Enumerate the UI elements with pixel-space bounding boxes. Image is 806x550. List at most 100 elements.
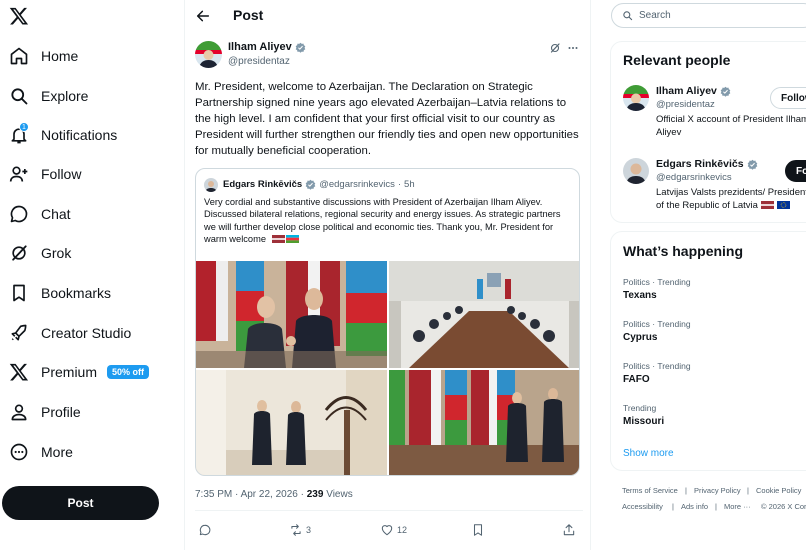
trend-item[interactable]: Missouri [623, 416, 664, 427]
reply-button[interactable] [198, 523, 215, 537]
footer-copyright: © 2026 X Corp. [761, 502, 806, 511]
quote-image-meeting[interactable] [389, 261, 579, 368]
like-count: 12 [397, 525, 408, 535]
footer-separator: | [685, 486, 687, 495]
nav-chat-label: Chat [41, 206, 71, 222]
more-options-icon[interactable] [567, 42, 579, 54]
person-name[interactable]: Ilham Aliyev [656, 85, 717, 97]
nav-notifications[interactable]: 1 Notifications [9, 122, 117, 148]
footer-ads-link[interactable]: Ads info [681, 502, 708, 511]
trend-item[interactable]: Cyprus [623, 332, 657, 343]
footer-privacy-link[interactable]: Privacy Policy [694, 486, 741, 495]
footer-more-link[interactable]: More ··· [724, 502, 751, 511]
repost-button[interactable]: 3 [289, 523, 311, 537]
heart-icon [381, 525, 393, 536]
quote-image-walking[interactable] [196, 370, 387, 475]
search-input[interactable]: Search [611, 3, 806, 28]
quote-image-handshake[interactable] [196, 261, 387, 368]
footer-separator: | [672, 502, 674, 511]
follow-button[interactable]: Follow [770, 87, 806, 109]
quote-text: Very cordial and substantive discussions… [204, 196, 574, 245]
x-icon [9, 363, 29, 381]
x-logo-icon[interactable] [9, 6, 29, 26]
nav-premium[interactable]: Premium 50% off [9, 359, 150, 385]
nav-explore-label: Explore [41, 88, 89, 104]
grok-explain-icon[interactable] [549, 42, 561, 54]
footer-accessibility-link[interactable]: Accessibility [622, 502, 663, 511]
footer-separator: | [715, 502, 717, 511]
quote-image-flags[interactable] [389, 370, 579, 475]
nav-follow[interactable]: Follow [9, 161, 81, 187]
follow-button[interactable]: Follow [785, 160, 806, 182]
nav-premium-label: Premium [41, 364, 98, 380]
bookmark-button[interactable] [471, 523, 485, 537]
like-button[interactable]: 12 [380, 523, 407, 537]
trend-category: Politics · Trending [623, 277, 691, 287]
footer-terms-link[interactable]: Terms of Service [622, 486, 678, 495]
nav-grok[interactable]: Grok [9, 240, 71, 266]
verified-badge-icon [747, 159, 757, 170]
nav-creator-studio[interactable]: Creator Studio [9, 320, 131, 346]
post-timestamp[interactable]: 7:35 PM · Apr 22, 2026 · [195, 489, 307, 500]
repost-icon [291, 524, 301, 536]
nav-home[interactable]: Home [9, 43, 78, 69]
person-plus-icon [9, 166, 28, 182]
quote-author-name: Edgars Rinkēvičs [223, 179, 303, 190]
home-icon [10, 47, 28, 65]
chat-icon [10, 205, 28, 223]
bell-icon-wrap: 1 [9, 122, 29, 145]
verified-badge-icon [720, 86, 731, 97]
back-arrow-icon[interactable] [195, 8, 211, 24]
nav-notifications-label: Notifications [41, 127, 118, 143]
author-avatar[interactable] [195, 41, 222, 68]
nav-bookmarks[interactable]: Bookmarks [9, 280, 111, 306]
person-bio: Official X account of President Ilham Al… [656, 114, 806, 138]
quote-author-handle: @edgarsrinkevics [319, 179, 395, 190]
person-handle: @edgarsrinkevics [656, 172, 732, 183]
post-button[interactable]: Post [2, 486, 159, 520]
nav-more[interactable]: More [9, 439, 73, 465]
author-name-row[interactable]: Ilham Aliyev [228, 41, 306, 53]
trend-category: Politics · Trending [623, 361, 691, 371]
more-circle-icon [10, 443, 28, 461]
trend-category: Politics · Trending [623, 319, 691, 329]
latvia-flag-icon [271, 235, 285, 244]
bookmark-icon [473, 524, 483, 536]
divider [195, 510, 583, 511]
author-name[interactable]: Ilham Aliyev [228, 41, 292, 53]
quote-author-avatar [204, 178, 218, 192]
bookmark-icon [13, 284, 25, 302]
person-name[interactable]: Edgars Rinkēvičs [656, 158, 744, 170]
person-avatar[interactable] [623, 158, 649, 184]
latvia-flag-icon [760, 200, 774, 209]
relevant-people-card: Relevant people Ilham Aliyev @presidenta… [610, 41, 806, 223]
person-name-row[interactable]: Edgars Rinkēvičs [656, 158, 758, 170]
quote-text-body: Very cordial and substantive discussions… [204, 197, 561, 244]
quote-image-grid [196, 261, 579, 475]
views-label: Views [323, 489, 353, 500]
nav-explore[interactable]: Explore [9, 83, 88, 109]
nav-profile[interactable]: Profile [9, 399, 81, 425]
post-text: Mr. President, welcome to Azerbaijan. Th… [195, 81, 579, 157]
nav-profile-label: Profile [41, 404, 81, 420]
trend-item[interactable]: Texans [623, 290, 657, 301]
left-navigation: Home Explore 1 Notifications Follow Chat… [0, 0, 184, 550]
nav-home-label: Home [41, 48, 79, 64]
footer-separator: | [747, 486, 749, 495]
person-name-row[interactable]: Ilham Aliyev [656, 85, 731, 97]
share-button[interactable] [562, 523, 576, 537]
azerbaijan-flag-icon [285, 235, 299, 244]
eu-flag-icon [776, 200, 790, 209]
grok-icon [12, 245, 27, 261]
nav-chat[interactable]: Chat [9, 201, 71, 227]
footer-cookie-link[interactable]: Cookie Policy [756, 486, 801, 495]
person-bio: Latvijas Valsts prezidents/ President of… [656, 187, 806, 212]
person-avatar[interactable] [623, 85, 649, 111]
show-more-link[interactable]: Show more [623, 448, 674, 459]
trend-item[interactable]: FAFO [623, 374, 650, 385]
quoted-post[interactable]: Edgars Rinkēvičs @edgarsrinkevics · 5h V… [195, 168, 580, 476]
verified-badge-icon [305, 179, 316, 190]
page-title: Post [233, 7, 264, 23]
author-handle[interactable]: @presidentaz [228, 56, 290, 67]
notification-count-badge: 1 [19, 122, 29, 132]
